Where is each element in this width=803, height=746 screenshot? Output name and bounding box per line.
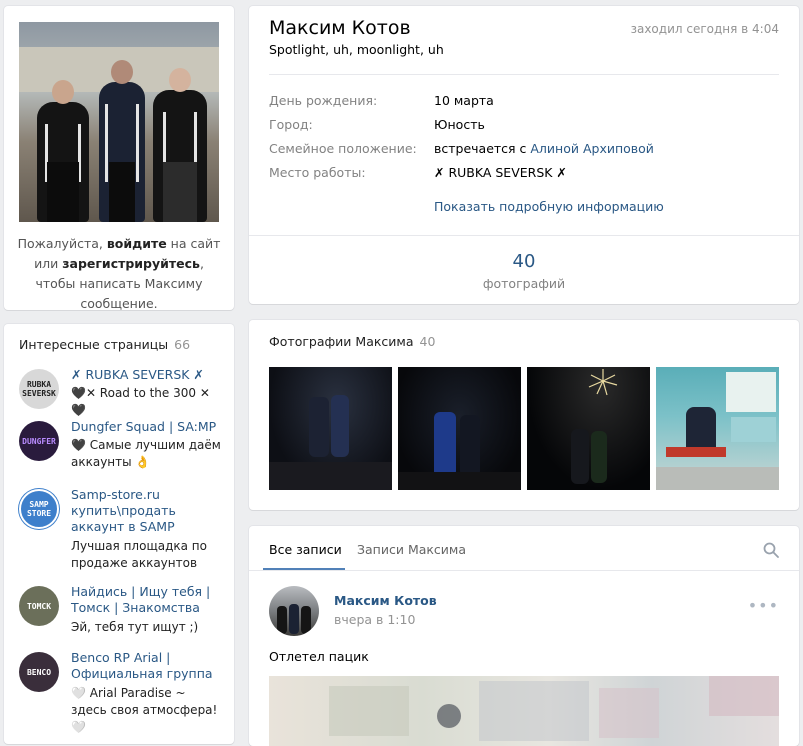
page-description: Лучшая площадка по продаже аккаунтов [71, 539, 207, 570]
page-avatar[interactable]: ТОМСК [19, 586, 59, 626]
wall-card: Все записи Записи Максима Максим Котов в… [249, 526, 799, 746]
info-row-work: Место работы: ✗ RUBKA SEVERSK ✗ [269, 165, 779, 185]
show-more-info-link[interactable]: Показать подробную информацию [434, 199, 664, 214]
city-link[interactable]: Юность [434, 117, 485, 132]
person-figure [37, 80, 89, 222]
interesting-pages-card: Интересные страницы 66 RUBKA SEVERSK ✗ RU… [4, 324, 234, 744]
photo-content [571, 369, 618, 484]
page-description: 🖤 Самые лучшим даём аккаунты 👌 [71, 438, 221, 469]
page-avatar[interactable]: BENCO [19, 652, 59, 692]
info-label: День рождения: [269, 93, 378, 108]
pages-count: 66 [174, 337, 191, 352]
divider [249, 570, 799, 571]
profile-status: Spotlight, uh, moonlight, uh [269, 42, 444, 57]
person-figure [99, 60, 145, 222]
list-item[interactable]: ТОМСК Найдись | Ищу тебя | Томск | Знако… [19, 584, 224, 642]
page-avatar[interactable]: DUNGFER [19, 421, 59, 461]
photo-thumbnail[interactable] [527, 367, 650, 490]
photo-count[interactable]: 40 [249, 251, 799, 272]
partner-link[interactable]: Алиной Архиповой [530, 141, 654, 156]
post-time[interactable]: вчера в 1:10 [334, 612, 415, 627]
photo-count-label[interactable]: фотографий [249, 276, 799, 291]
post-author[interactable]: Максим Котов [334, 593, 437, 608]
tab-all-posts[interactable]: Все записи [269, 542, 342, 557]
birthday-link[interactable]: 10 марта [434, 93, 494, 108]
login-link[interactable]: войдите [107, 236, 167, 251]
page-avatar[interactable]: SAMP STORE [19, 489, 59, 529]
page-title[interactable]: Найдись | Ищу тебя | Томск | Знакомства [71, 584, 224, 616]
search-icon[interactable] [763, 542, 779, 558]
photo-content [656, 372, 779, 490]
profile-photo[interactable] [19, 22, 219, 222]
relationship-value: встречается с Алиной Архиповой [434, 141, 654, 156]
photo-thumbnail[interactable] [269, 367, 392, 490]
page-title[interactable]: ✗ RUBKA SEVERSK ✗ [71, 367, 224, 383]
tab-own-posts[interactable]: Записи Максима [357, 542, 466, 557]
info-row-city: Город: Юность [269, 117, 779, 137]
last-seen: заходил сегодня в 4:04 [630, 22, 779, 36]
photos-header[interactable]: Фотографии Максима 40 [269, 334, 435, 349]
list-item[interactable]: BENCO Benco RP Arial | Официальная групп… [19, 650, 224, 734]
info-label: Место работы: [269, 165, 366, 180]
divider [269, 74, 779, 75]
divider [249, 235, 799, 236]
page-title[interactable]: Benco RP Arial | Официальная группа [71, 650, 224, 682]
post-text: Отлетел пацик [269, 649, 369, 664]
info-label: Семейное положение: [269, 141, 417, 156]
photos-card: Фотографии Максима 40 [249, 320, 799, 510]
page-description: 🤍 Arial Paradise ~ здесь своя атмосфера!… [71, 686, 218, 734]
profile-info-card: Максим Котов Spotlight, uh, moonlight, u… [249, 6, 799, 304]
photos-count: 40 [419, 334, 436, 349]
profile-name: Максим Котов [269, 17, 411, 39]
photo-content [269, 395, 392, 490]
page-description: 🖤✕ Road to the 300 ✕🖤 [71, 386, 210, 417]
info-row-birthday: День рождения: 10 марта [269, 93, 779, 113]
page-title[interactable]: Samp-store.ru купить\продать аккаунт в S… [71, 487, 224, 535]
list-item[interactable]: RUBKA SEVERSK ✗ RUBKA SEVERSK ✗ 🖤✕ Road … [19, 367, 224, 417]
work-link[interactable]: ✗ RUBKA SEVERSK ✗ [434, 165, 567, 180]
register-link[interactable]: зарегистрируйтесь [62, 256, 200, 271]
info-label: Город: [269, 117, 313, 132]
login-message: Пожалуйста, войдите на сайт или зарегист… [17, 236, 221, 311]
avatar-card: Пожалуйста, войдите на сайт или зарегист… [4, 6, 234, 311]
page-title[interactable]: Dungfer Squad | SA:MP [71, 419, 224, 435]
photo-thumbnail[interactable] [656, 367, 779, 490]
person-figure [153, 68, 207, 222]
page-description: Эй, тебя тут ищут ;) [71, 620, 199, 634]
photo-content [398, 412, 521, 490]
list-item[interactable]: SAMP STORE Samp-store.ru купить\продать … [19, 487, 224, 573]
photo-thumbnail[interactable] [398, 367, 521, 490]
interesting-pages-header[interactable]: Интересные страницы 66 [19, 337, 190, 352]
list-item[interactable]: DUNGFER Dungfer Squad | SA:MP 🖤 Самые лу… [19, 419, 224, 477]
info-row-relationship: Семейное положение: встречается с Алиной… [269, 141, 779, 161]
post-author-avatar[interactable] [269, 586, 319, 636]
page-avatar[interactable]: RUBKA SEVERSK [19, 369, 59, 409]
avatar-content [277, 604, 311, 634]
post-menu-icon[interactable]: ••• [748, 596, 779, 615]
